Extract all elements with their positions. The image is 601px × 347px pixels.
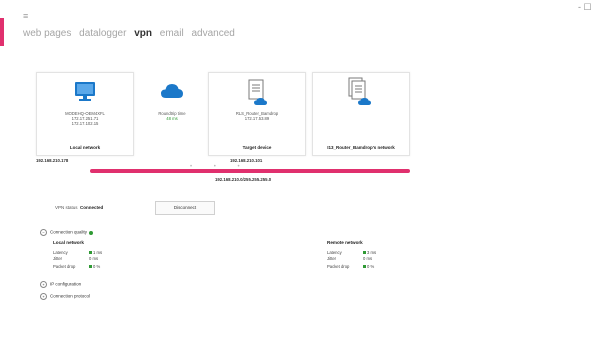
menu-item-advanced[interactable]: advanced <box>191 28 234 39</box>
metric-value: 0 ms <box>363 256 373 261</box>
roundtrip-block: Roundtrip time 48 ms <box>144 78 200 138</box>
remote-latency-row: Latency 3 ms <box>327 250 376 255</box>
local-ip: 192.168.210.178 <box>36 158 69 163</box>
menu-item-datalogger[interactable]: datalogger <box>79 28 126 39</box>
window-controls[interactable]: - ☐ <box>578 2 592 13</box>
target-host-ip: 172.17.53.89 <box>244 116 270 121</box>
connection-quality-label: Connection quality <box>50 229 88 235</box>
monitor-icon <box>75 82 95 101</box>
remote-network-caption: I13_Router_Bamdrop's network <box>327 145 395 150</box>
metric-value: 3 ms <box>367 250 377 255</box>
target-device-tile[interactable]: RLS_Router_Bamdrop 172.17.53.89 Target d… <box>208 72 306 156</box>
metric-name: Jitter <box>327 256 337 261</box>
target-ip: 192.168.210.101 <box>230 158 263 163</box>
cloud-icon <box>161 84 183 98</box>
local-network-caption: Local network <box>69 145 101 150</box>
local-network-tile[interactable]: MODEHQ-OEM4XFL 172.17.251.71 172.17.102.… <box>36 72 134 156</box>
ip-configuration-toggle[interactable]: + IP configuration <box>40 281 81 288</box>
connection-markers: • • • <box>190 164 250 170</box>
local-latency-row: Latency 1 ms <box>53 250 102 255</box>
roundtrip-value: 48 ms <box>166 116 178 121</box>
local-network-details: MODEHQ-OEM4XFL 172.17.251.71 172.17.102.… <box>37 111 133 126</box>
vpn-status-value: Connected <box>80 205 104 210</box>
app-menu-icon[interactable]: ≡ <box>23 11 33 21</box>
local-network-title: Local network <box>53 240 84 245</box>
metric-value: 0 % <box>93 264 101 269</box>
remote-jitter-row: Jitter 0 ms <box>327 256 372 261</box>
metric-name: Packet drop <box>53 264 76 269</box>
disconnect-button[interactable]: Disconnect <box>155 201 215 215</box>
status-ok-icon <box>89 230 94 235</box>
vpn-connection-line: • • • <box>90 164 410 173</box>
local-packet-drop-row: Packet drop 0 % <box>53 264 100 269</box>
expand-icon: + <box>40 293 47 300</box>
ip-configuration-label: IP configuration <box>50 281 82 287</box>
metric-name: Packet drop <box>327 264 350 269</box>
connection-quality-toggle[interactable]: − Connection quality <box>40 229 94 236</box>
menu-item-web-pages[interactable]: web pages <box>23 28 71 39</box>
vpn-status-row: VPN status Connected <box>55 205 103 210</box>
documents-cloud-icon <box>348 77 371 105</box>
ok-indicator-icon <box>89 251 92 254</box>
remote-network-tile[interactable]: I13_Router_Bamdrop's network <box>312 72 410 156</box>
metric-name: Latency <box>327 250 342 255</box>
remote-network-title: Remote network <box>327 240 363 245</box>
app-window: ≡ - ☐ web pages datalogger vpn email adv… <box>0 0 601 347</box>
accent-bar <box>0 18 4 46</box>
connection-protocol-label: Connection protocol <box>50 293 91 299</box>
metric-name: Latency <box>53 250 68 255</box>
local-jitter-row: Jitter 0 ms <box>53 256 98 261</box>
ok-indicator-icon <box>89 265 92 268</box>
expand-icon: + <box>40 281 47 288</box>
vpn-status-label: VPN status <box>55 205 78 210</box>
metric-value: 1 ms <box>93 250 103 255</box>
main-menu: web pages datalogger vpn email advanced <box>23 28 240 42</box>
remote-packet-drop-row: Packet drop 0 % <box>327 264 374 269</box>
metric-value: 0 % <box>367 264 375 269</box>
metric-name: Jitter <box>53 256 63 261</box>
menu-item-vpn[interactable]: vpn <box>134 28 152 39</box>
target-device-details: RLS_Router_Bamdrop 172.17.53.89 <box>209 111 305 121</box>
menu-item-email[interactable]: email <box>160 28 184 39</box>
target-device-caption: Target device <box>242 145 272 150</box>
ok-indicator-icon <box>363 251 366 254</box>
connection-protocol-toggle[interactable]: + Connection protocol <box>40 293 90 300</box>
local-host-ip-2: 172.17.102.15 <box>71 121 99 126</box>
subnet-label: 192.168.210.0/255.255.255.0 <box>215 177 272 182</box>
metric-value: 0 ms <box>89 256 99 261</box>
document-cloud-icon <box>248 79 267 105</box>
collapse-icon: − <box>40 229 47 236</box>
ok-indicator-icon <box>363 265 366 268</box>
